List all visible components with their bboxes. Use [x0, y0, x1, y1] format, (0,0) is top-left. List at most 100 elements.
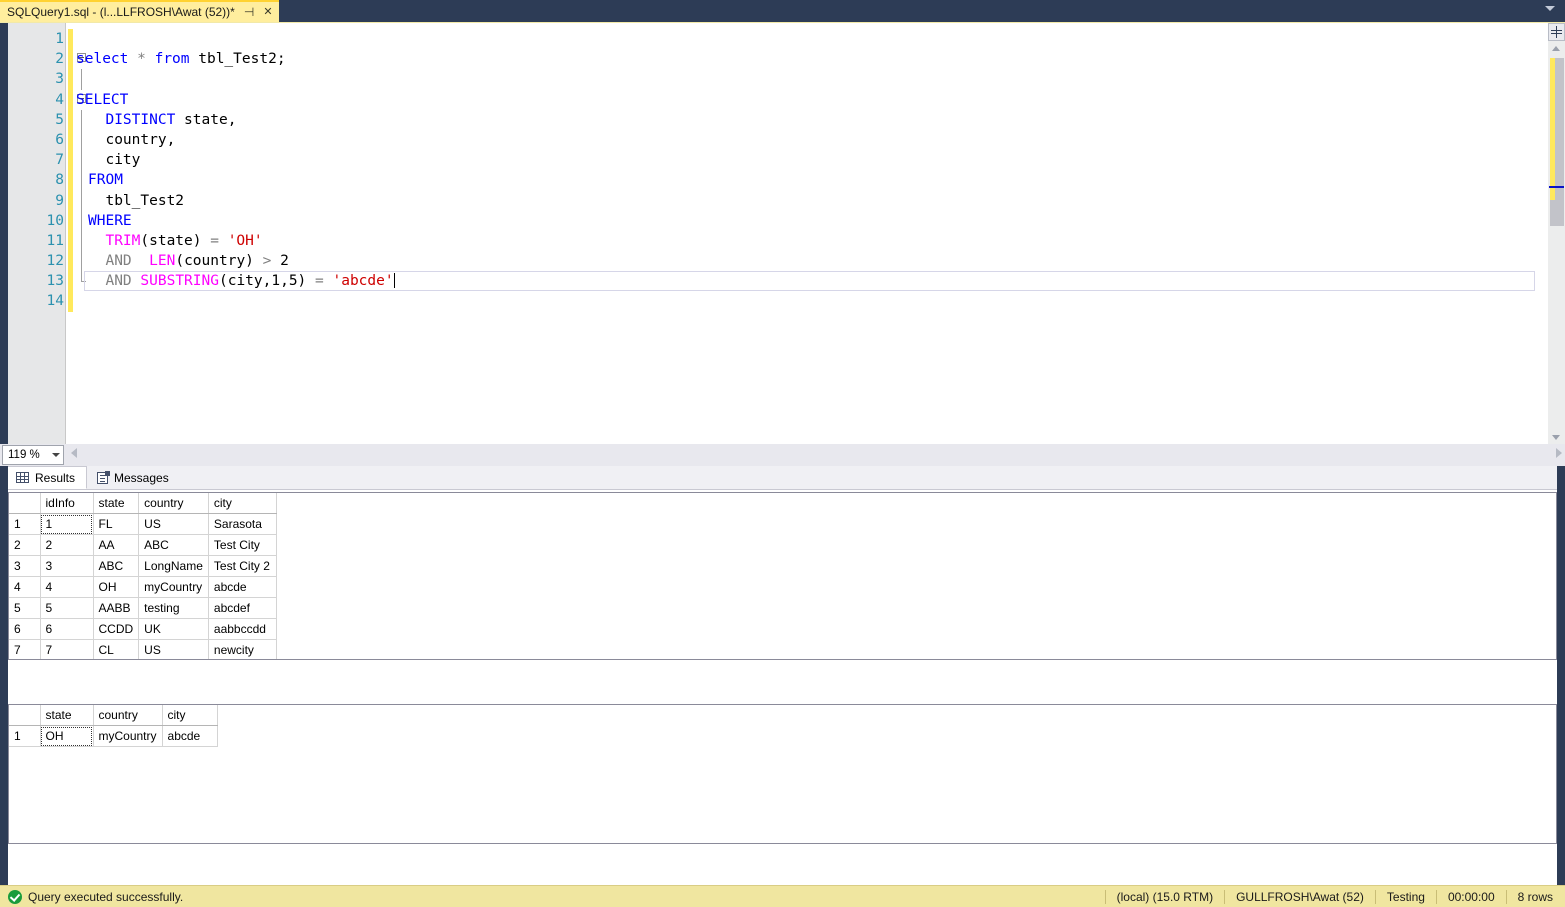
code-line[interactable]: 11 TRIM(state) = 'OH': [0, 230, 1540, 252]
table-cell[interactable]: OH: [40, 725, 94, 747]
code-line[interactable]: 7 city: [0, 150, 1540, 171]
table-cell[interactable]: 3: [40, 555, 94, 577]
code-line[interactable]: 12 AND LEN(country) > 2: [0, 251, 1540, 272]
table-cell[interactable]: US: [138, 639, 209, 659]
pin-icon[interactable]: ⊣: [244, 6, 254, 18]
table-cell[interactable]: abcde: [162, 725, 218, 747]
table-cell[interactable]: myCountry: [93, 725, 163, 747]
row-number-cell[interactable]: 7: [9, 639, 41, 659]
row-number-cell[interactable]: 6: [9, 618, 41, 640]
code-text[interactable]: city: [88, 150, 140, 170]
table-row[interactable]: 6 6 CCDD UK aabbccdd: [9, 618, 277, 640]
table-cell[interactable]: FL: [93, 513, 140, 535]
table-cell[interactable]: 5: [40, 597, 94, 619]
results-grid-1[interactable]: idInfo state country city 1 1 FL US Sarasota 2 2 AA…: [8, 492, 1557, 660]
tab-results[interactable]: Results: [6, 466, 88, 489]
results-grid-2[interactable]: state country city 1 OH myCountry abcde: [8, 704, 1557, 844]
code-text[interactable]: AND SUBSTRING(city,1,5) = 'abcde': [88, 271, 395, 291]
table-cell[interactable]: 6: [40, 618, 94, 640]
row-number-cell[interactable]: 4: [9, 576, 41, 598]
close-icon[interactable]: ✕: [263, 6, 272, 18]
chevron-down-icon[interactable]: [1545, 6, 1555, 11]
code-text[interactable]: country,: [88, 130, 175, 150]
document-tab-sqlquery1[interactable]: SQLQuery1.sql - (l...LLFROSH\Awat (52))*…: [0, 0, 279, 22]
row-number-cell[interactable]: 2: [9, 534, 41, 556]
code-text[interactable]: SELECT: [76, 90, 128, 110]
zoom-level-dropdown[interactable]: 119 %: [2, 445, 64, 465]
code-line[interactable]: 9 tbl_Test2: [0, 190, 1540, 211]
scroll-left-arrow[interactable]: [71, 448, 77, 458]
column-header[interactable]: city: [208, 493, 277, 514]
column-header[interactable]: idInfo: [40, 493, 94, 514]
code-line[interactable]: 6 country,: [0, 129, 1540, 151]
table-cell[interactable]: aabbccdd: [208, 618, 277, 640]
code-line[interactable]: 4 SELECT: [0, 89, 1540, 110]
column-header[interactable]: country: [93, 705, 163, 726]
table-cell[interactable]: 2: [40, 534, 94, 556]
scroll-right-arrow[interactable]: [1556, 448, 1562, 458]
code-line[interactable]: 3: [0, 69, 1540, 90]
row-number-cell[interactable]: 1: [9, 513, 41, 535]
table-cell[interactable]: Sarasota: [208, 513, 277, 535]
code-text[interactable]: select * from tbl_Test2;: [76, 49, 286, 69]
table-cell[interactable]: 1: [40, 513, 94, 535]
scroll-down-arrow[interactable]: [1548, 430, 1565, 445]
table-cell[interactable]: 7: [40, 639, 94, 659]
table-cell[interactable]: AA: [93, 534, 140, 556]
row-number-cell[interactable]: 1: [9, 725, 41, 747]
scroll-up-arrow[interactable]: [1548, 41, 1565, 56]
table-cell[interactable]: CCDD: [93, 618, 140, 640]
table-cell[interactable]: Test City: [208, 534, 277, 556]
table-cell[interactable]: ABC: [138, 534, 209, 556]
results-grid-1-table[interactable]: idInfo state country city 1 1 FL US Sarasota 2 2 AA…: [9, 493, 277, 659]
table-cell[interactable]: myCountry: [138, 576, 209, 598]
table-row[interactable]: 2 2 AA ABC Test City: [9, 534, 277, 556]
code-line[interactable]: 8 FROM: [0, 170, 1540, 191]
column-header[interactable]: state: [40, 705, 94, 726]
code-text[interactable]: AND LEN(country) > 2: [88, 251, 288, 271]
code-lines[interactable]: 1 2 select * from tbl_Test2; 3 4 SELECT 5 DIST…: [0, 29, 1540, 312]
table-row[interactable]: 7 7 CL US newcity: [9, 639, 277, 659]
table-cell[interactable]: Test City 2: [208, 555, 277, 577]
table-row[interactable]: 3 3 ABC LongName Test City 2: [9, 555, 277, 577]
column-header[interactable]: state: [93, 493, 140, 514]
code-text[interactable]: TRIM(state) = 'OH': [88, 231, 262, 251]
table-row[interactable]: 1 OH myCountry abcde: [9, 725, 218, 747]
column-header[interactable]: country: [138, 493, 209, 514]
row-number-cell[interactable]: 5: [9, 597, 41, 619]
table-cell[interactable]: newcity: [208, 639, 277, 659]
results-grid-2-table[interactable]: state country city 1 OH myCountry abcde: [9, 705, 218, 747]
code-text[interactable]: tbl_Test2: [88, 191, 184, 211]
table-cell[interactable]: CL: [93, 639, 140, 659]
code-text[interactable]: FROM: [88, 170, 123, 190]
code-line[interactable]: 14: [0, 291, 1540, 312]
table-cell[interactable]: testing: [138, 597, 209, 619]
table-row[interactable]: 1 1 FL US Sarasota: [9, 513, 277, 535]
sql-editor[interactable]: 1 2 select * from tbl_Test2; 3 4 SELECT 5 DIST…: [0, 22, 1565, 445]
table-cell[interactable]: LongName: [138, 555, 209, 577]
code-line[interactable]: 2 select * from tbl_Test2;: [0, 49, 1540, 70]
code-line[interactable]: 10 WHERE: [0, 210, 1540, 231]
table-row[interactable]: 5 5 AABB testing abcdef: [9, 597, 277, 619]
table-row[interactable]: 4 4 OH myCountry abcde: [9, 576, 277, 598]
code-text[interactable]: DISTINCT state,: [88, 110, 236, 130]
row-header-corner[interactable]: [9, 705, 41, 726]
table-cell[interactable]: abcde: [208, 576, 277, 598]
editor-vertical-scrollbar[interactable]: [1548, 41, 1565, 445]
table-cell[interactable]: US: [138, 513, 209, 535]
editor-horizontal-scrollbar[interactable]: [68, 444, 1565, 466]
table-cell[interactable]: ABC: [93, 555, 140, 577]
split-pane-button[interactable]: [1548, 23, 1565, 41]
table-cell[interactable]: abcdef: [208, 597, 277, 619]
table-cell[interactable]: UK: [138, 618, 209, 640]
table-cell[interactable]: AABB: [93, 597, 140, 619]
code-line[interactable]: 5 DISTINCT state,: [0, 109, 1540, 130]
code-line[interactable]: 1: [0, 29, 1540, 50]
code-text[interactable]: WHERE: [88, 211, 132, 231]
row-number-cell[interactable]: 3: [9, 555, 41, 577]
table-cell[interactable]: 4: [40, 576, 94, 598]
table-cell[interactable]: OH: [93, 576, 140, 598]
code-line[interactable]: 13 AND SUBSTRING(city,1,5) = 'abcde': [0, 271, 1540, 292]
row-header-corner[interactable]: [9, 493, 41, 514]
column-header[interactable]: city: [162, 705, 218, 726]
